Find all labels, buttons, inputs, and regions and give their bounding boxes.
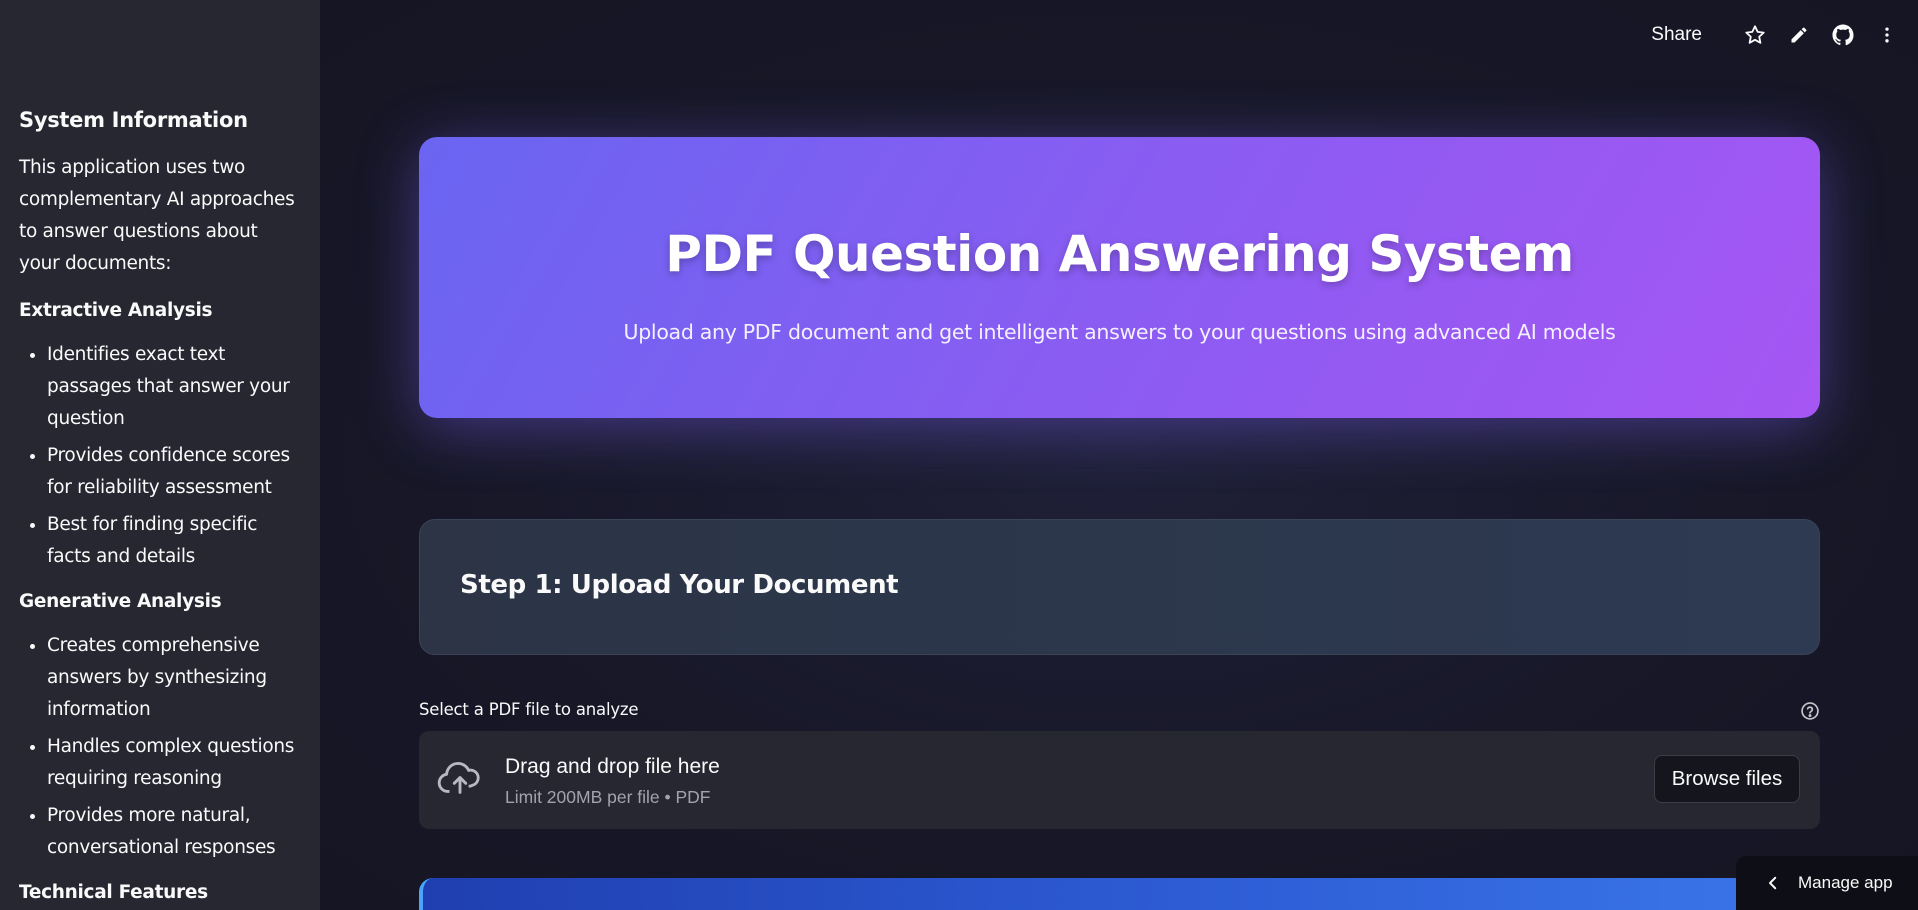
file-uploader-label: Select a PDF file to analyze [419,700,639,719]
dropzone-limit-text: Limit 200MB per file • PDF [505,787,711,807]
step-2-card [419,878,1820,910]
main-content: Share PDF Question Answering System Uplo… [320,0,1918,910]
chevron-left-icon [1764,874,1782,892]
manage-app-label: Manage app [1798,873,1893,892]
help-icon[interactable] [1800,701,1820,721]
list-item: Provides more natural, conversational re… [47,800,301,864]
list-item: Provides confidence scores for reliabili… [47,440,301,504]
pencil-icon[interactable] [1786,22,1812,48]
dropzone-title: Drag and drop file here [505,755,720,778]
sidebar: System Information This application uses… [0,0,320,910]
more-vertical-icon[interactable] [1874,22,1900,48]
share-button[interactable]: Share [1651,24,1702,46]
file-dropzone[interactable]: Drag and drop file here Limit 200MB per … [419,731,1820,829]
hero-banner: PDF Question Answering System Upload any… [419,137,1820,418]
page-title: PDF Question Answering System [665,225,1574,283]
extractive-list: Identifies exact text passages that answ… [47,339,301,573]
browse-files-button[interactable]: Browse files [1654,755,1800,803]
app-toolbar: Share [1651,22,1900,48]
sidebar-intro: This application uses two complementary … [19,157,295,274]
sidebar-heading-generative: Generative Analysis [19,591,222,612]
list-item: Handles complex questions requiring reas… [47,731,301,795]
step-1-card: Step 1: Upload Your Document [419,519,1820,655]
page-subtitle: Upload any PDF document and get intellig… [623,320,1616,344]
list-item: Best for finding specific facts and deta… [47,509,301,573]
list-item: Identifies exact text passages that answ… [47,339,301,435]
github-icon[interactable] [1830,22,1856,48]
sidebar-heading-extractive: Extractive Analysis [19,300,213,321]
list-item: Creates comprehensive answers by synthes… [47,630,301,726]
step-1-title: Step 1: Upload Your Document [460,570,899,600]
generative-list: Creates comprehensive answers by synthes… [47,630,301,864]
cloud-upload-icon [437,759,483,799]
manage-app-button[interactable]: Manage app [1736,856,1918,910]
sidebar-heading-technical: Technical Features [19,882,208,903]
star-icon[interactable] [1742,22,1768,48]
sidebar-title: System Information [19,108,248,132]
